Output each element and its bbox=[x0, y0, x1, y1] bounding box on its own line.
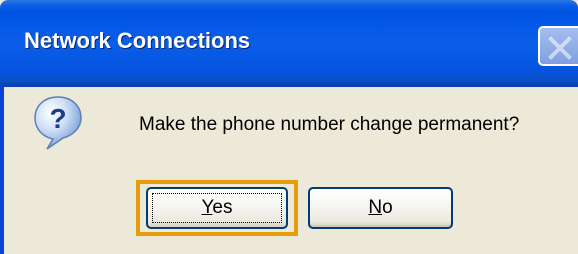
window-frame bbox=[0, 87, 4, 254]
title-bar[interactable]: Network Connections bbox=[0, 0, 578, 87]
no-button[interactable]: No bbox=[308, 187, 453, 229]
question-icon: ? bbox=[34, 96, 82, 150]
dialog-message: Make the phone number change permanent? bbox=[139, 114, 520, 135]
no-label: o bbox=[382, 197, 393, 218]
svg-text:?: ? bbox=[49, 103, 66, 134]
yes-button[interactable]: Yes bbox=[146, 187, 288, 229]
close-button[interactable] bbox=[538, 26, 578, 66]
message-dialog: Network Connections ? Make the phone num… bbox=[0, 0, 578, 254]
window-title: Network Connections bbox=[24, 28, 251, 53]
close-icon bbox=[548, 36, 572, 60]
no-accelerator: N bbox=[368, 197, 383, 218]
focus-rectangle bbox=[152, 193, 282, 223]
